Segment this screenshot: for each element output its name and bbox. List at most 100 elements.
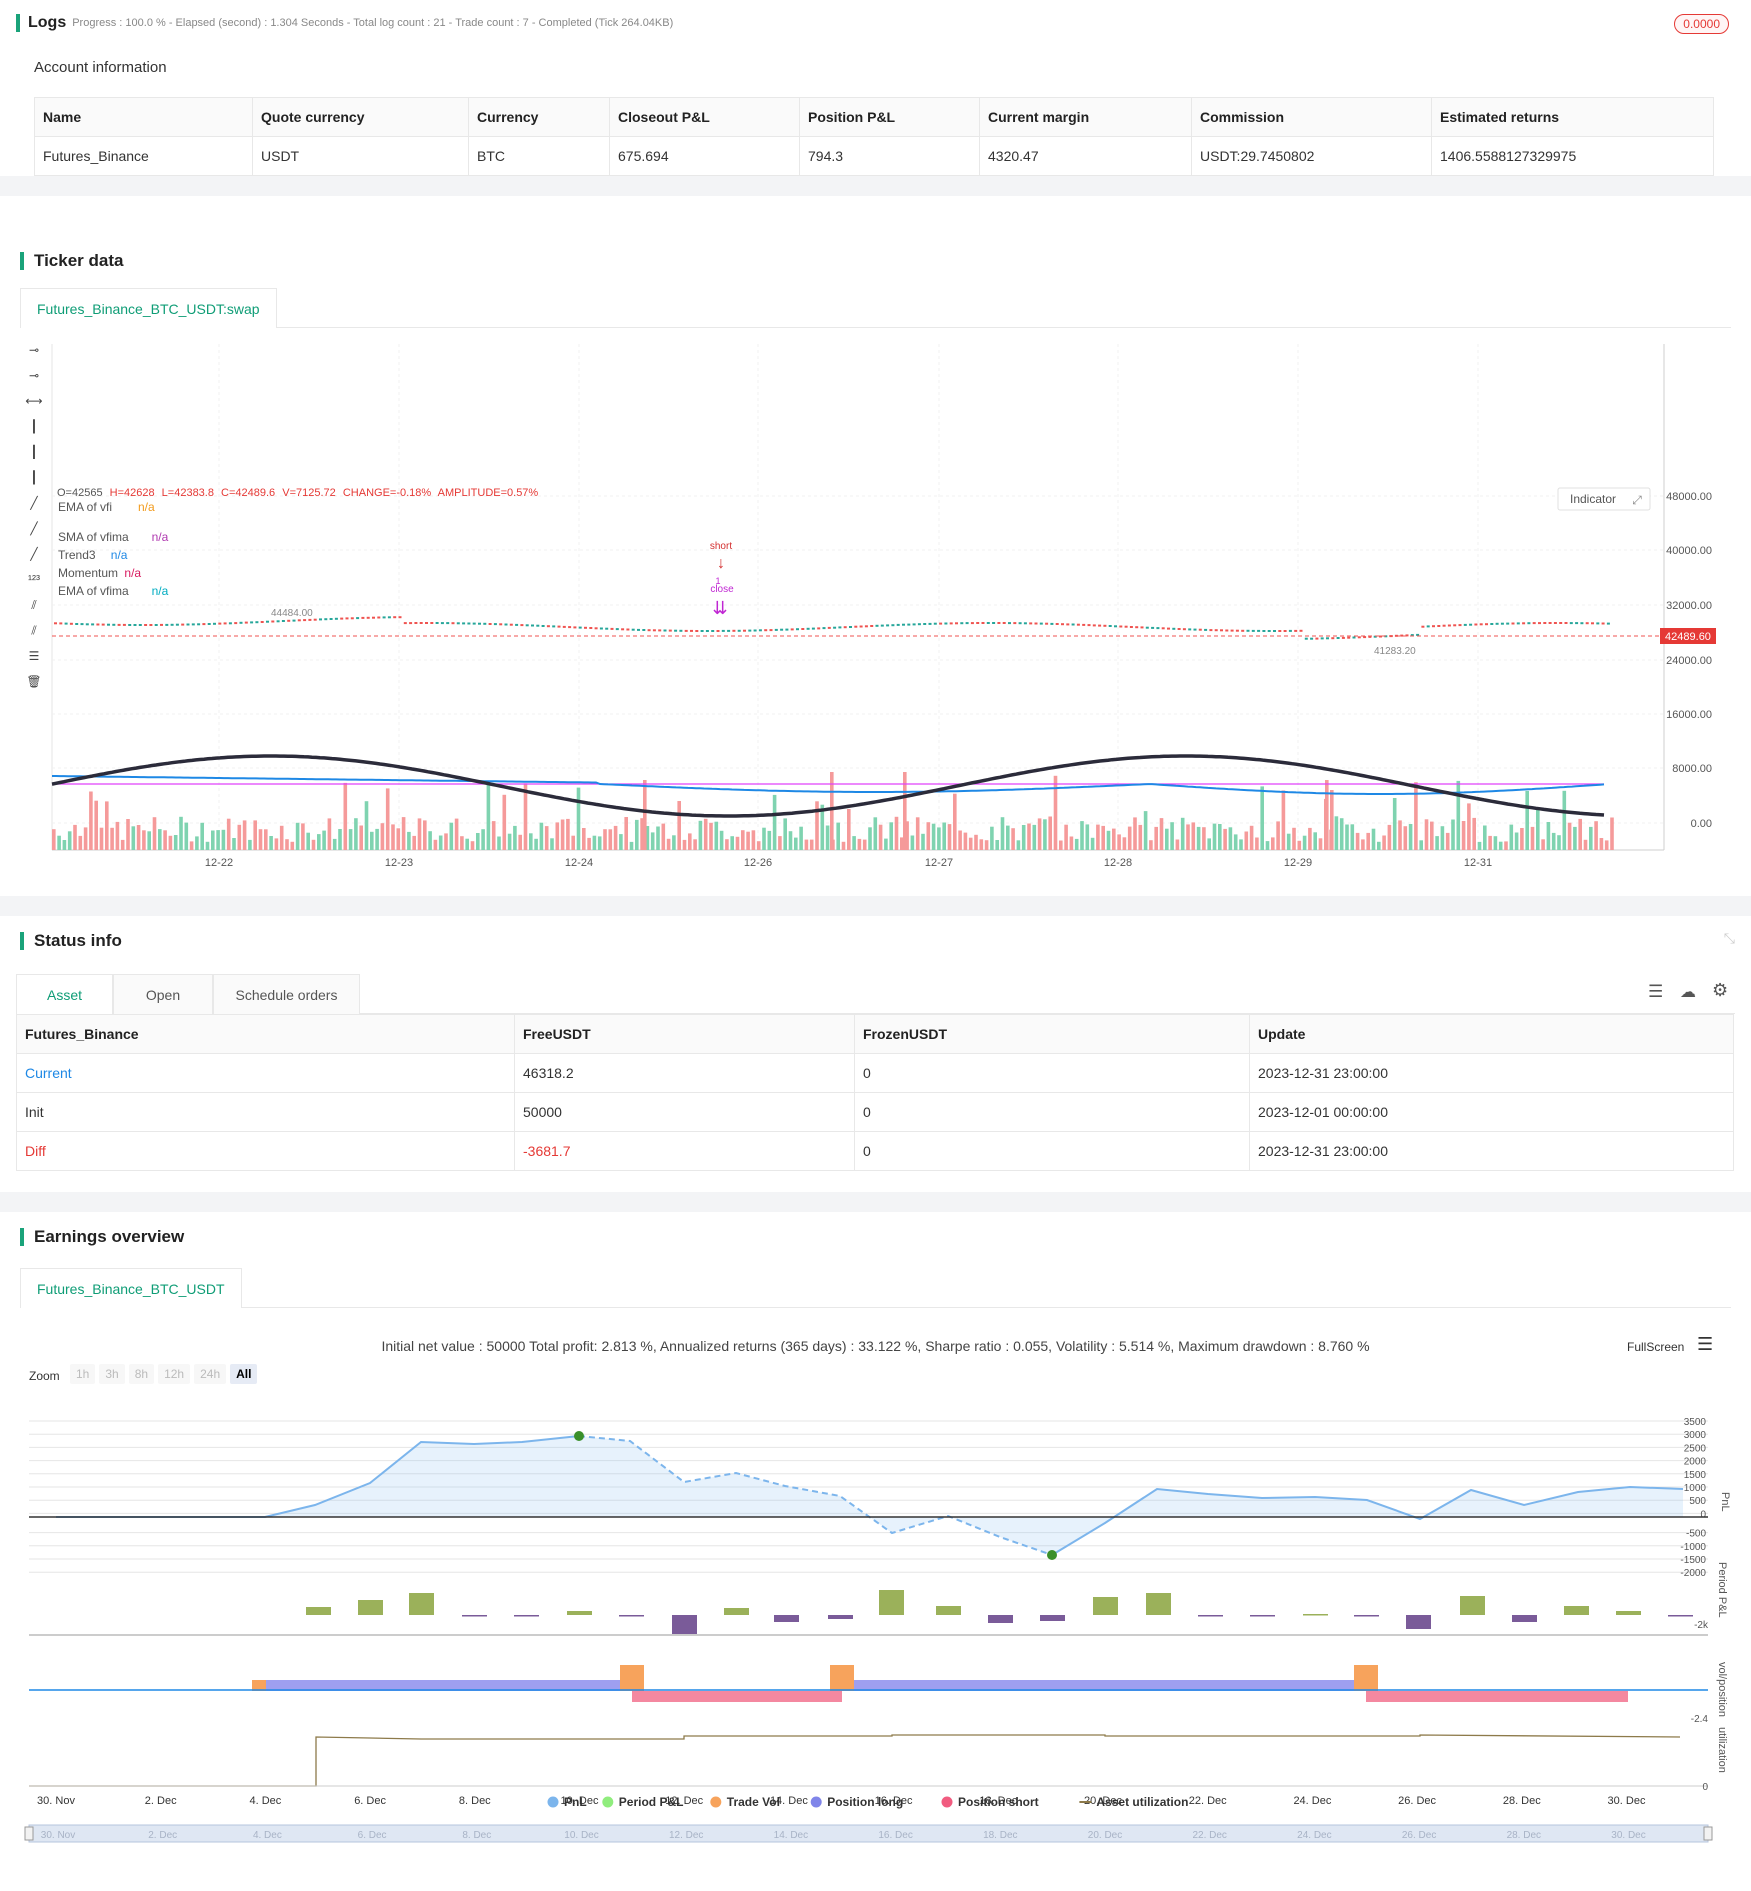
candle bbox=[1426, 625, 1430, 628]
tab-ticker-swap[interactable]: Futures_Binance_BTC_USDT:swap bbox=[20, 288, 277, 328]
legend-item[interactable]: Position short bbox=[941, 1795, 1039, 1809]
volume-bar bbox=[714, 821, 719, 850]
candle bbox=[297, 619, 301, 622]
candle bbox=[917, 623, 921, 626]
candle bbox=[1490, 623, 1494, 625]
volume-bar bbox=[1196, 826, 1201, 850]
drawing-tool-icon[interactable]: ⊸ bbox=[29, 369, 39, 383]
drawing-tool-icon[interactable]: ┃ bbox=[30, 444, 37, 459]
volume-bar bbox=[1477, 841, 1482, 850]
pnl-tick-label: 3000 bbox=[1684, 1430, 1707, 1441]
indicator-button[interactable]: Indicator bbox=[1570, 492, 1616, 506]
candle bbox=[499, 623, 503, 626]
candle bbox=[1214, 629, 1218, 632]
navigator-handle-right[interactable] bbox=[1703, 1826, 1713, 1841]
tab-earnings-symbol[interactable]: Futures_Binance_BTC_USDT bbox=[20, 1268, 242, 1308]
menu-icon[interactable]: ☰ bbox=[1697, 1334, 1713, 1355]
candle bbox=[96, 623, 100, 626]
cloud-download-icon[interactable]: ☁ bbox=[1680, 982, 1696, 1002]
volume-bar bbox=[380, 823, 385, 850]
pnl-tick-label: 0 bbox=[1700, 1509, 1706, 1520]
candle bbox=[154, 624, 158, 626]
candle bbox=[822, 627, 826, 630]
candle bbox=[54, 622, 57, 625]
earnings-title: Earnings overview bbox=[20, 1228, 184, 1246]
volume-bar bbox=[1599, 838, 1604, 850]
legend-value: n/a bbox=[124, 566, 141, 580]
list-icon[interactable]: ☰ bbox=[1648, 982, 1663, 1002]
candle bbox=[970, 622, 974, 625]
x-tick-label: 12-27 bbox=[925, 857, 953, 869]
expand-icon[interactable]: ⤢ bbox=[1631, 493, 1642, 507]
volume-bar bbox=[847, 809, 851, 850]
tab-asset[interactable]: Asset bbox=[16, 974, 113, 1014]
drawing-tool-icon[interactable]: ¹²³ bbox=[28, 573, 40, 587]
drawing-tool-icon[interactable]: ☰ bbox=[29, 649, 40, 663]
candle bbox=[1082, 623, 1086, 626]
navigator-tick: 16. Dec bbox=[878, 1830, 912, 1841]
legend-item[interactable]: Trade Vol bbox=[710, 1795, 780, 1809]
drawing-tool-icon[interactable]: ┃ bbox=[30, 470, 37, 485]
legend-item[interactable]: Asset utilization bbox=[1079, 1795, 1188, 1809]
short-arrow-icon: ↓ bbox=[717, 555, 725, 572]
volume-bar bbox=[725, 839, 729, 850]
candle bbox=[1251, 629, 1255, 632]
candle bbox=[234, 622, 238, 625]
volume-bar bbox=[142, 830, 146, 850]
zoom-button-1h[interactable]: 1h bbox=[70, 1364, 96, 1384]
tab-schedule-orders[interactable]: Schedule orders bbox=[213, 974, 360, 1014]
candle bbox=[271, 620, 275, 623]
candle bbox=[319, 618, 322, 621]
volume-bar bbox=[661, 823, 666, 850]
drawing-tool-icon[interactable]: 🗑 bbox=[26, 675, 41, 689]
candle bbox=[483, 622, 487, 625]
candle bbox=[1601, 622, 1605, 625]
zoom-button-8h[interactable]: 8h bbox=[128, 1364, 155, 1384]
drawing-tool-icon[interactable]: ╱ bbox=[29, 495, 38, 510]
drawing-tool-icon[interactable]: ⫽ bbox=[30, 598, 37, 612]
drawing-tool-icon[interactable]: ⫽ bbox=[30, 624, 37, 638]
zoom-button-3h[interactable]: 3h bbox=[99, 1364, 125, 1384]
tab-open-orders[interactable]: Open orders bbox=[113, 974, 213, 1043]
volume-bar bbox=[158, 829, 162, 850]
drawing-tool-icon[interactable]: ╱ bbox=[29, 546, 38, 561]
legend-label: Position long bbox=[827, 1795, 903, 1809]
candle bbox=[864, 625, 868, 628]
period-bar bbox=[306, 1607, 331, 1615]
candle bbox=[557, 625, 561, 628]
asset-row-label[interactable]: Current bbox=[16, 1053, 515, 1093]
candle bbox=[637, 628, 640, 631]
period-bar bbox=[1040, 1615, 1065, 1621]
x-tick-label: 28. Dec bbox=[1503, 1795, 1541, 1807]
candle bbox=[981, 622, 985, 624]
navigator-handle-left[interactable] bbox=[24, 1826, 34, 1841]
asset-col: FreeUSDT bbox=[514, 1014, 855, 1054]
volume-bar bbox=[1583, 839, 1588, 850]
drawing-tool-icon[interactable]: ⊸ bbox=[29, 343, 39, 357]
zoom-button-All[interactable]: All bbox=[230, 1364, 258, 1384]
volume-bar bbox=[491, 821, 496, 850]
legend-item[interactable]: PnL bbox=[547, 1795, 587, 1809]
candle bbox=[1262, 630, 1266, 632]
volume-bar bbox=[544, 826, 549, 850]
collapse-icon[interactable]: ⤡ bbox=[1724, 930, 1735, 947]
candle bbox=[313, 618, 317, 621]
settings-icon[interactable]: ⚙ bbox=[1712, 980, 1728, 1001]
low-price-label: 41283.20 bbox=[1374, 646, 1416, 657]
candle bbox=[1575, 622, 1579, 625]
zoom-button-24h[interactable]: 24h bbox=[194, 1364, 227, 1384]
candle bbox=[1241, 629, 1245, 632]
candle bbox=[1124, 625, 1128, 628]
volume-bar bbox=[1096, 824, 1100, 850]
candle bbox=[1209, 629, 1213, 632]
drawing-tool-icon[interactable]: ┃ bbox=[30, 419, 37, 434]
legend-item[interactable]: Position long bbox=[810, 1795, 904, 1809]
legend-item[interactable]: Period P&L bbox=[602, 1795, 683, 1809]
asset-row-init: Init 50000 0 2023-12-01 00:00:00 bbox=[16, 1092, 1734, 1132]
volume-bar bbox=[274, 838, 279, 850]
drawing-tool-icon[interactable]: ╱ bbox=[29, 521, 38, 536]
drawing-tool-icon[interactable]: ⟷ bbox=[25, 394, 42, 408]
zoom-button-12h[interactable]: 12h bbox=[158, 1364, 191, 1384]
fullscreen-button[interactable]: FullScreen bbox=[1627, 1340, 1684, 1354]
candle bbox=[833, 626, 837, 629]
